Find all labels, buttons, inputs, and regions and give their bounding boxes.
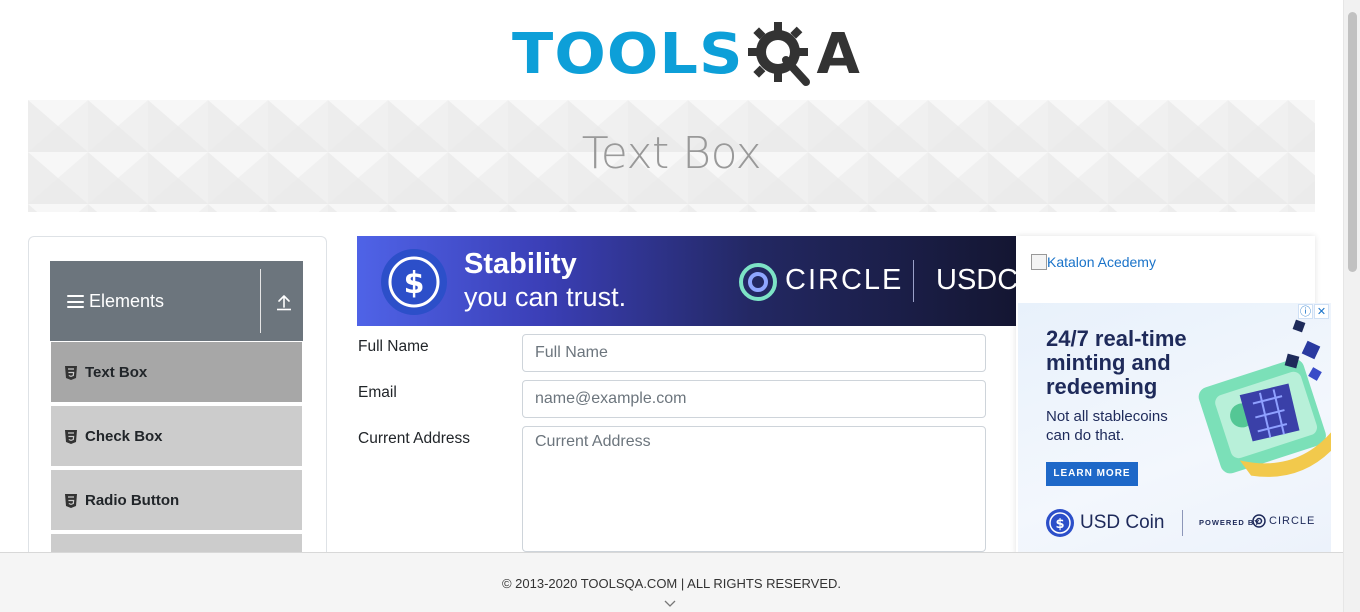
page: TOOLS A Text Box Elements Text Box Check…	[0, 0, 1360, 612]
html5-icon	[65, 366, 77, 380]
ad-choices-badge[interactable]: ⓘ ✕	[1297, 304, 1329, 319]
chevron-down-icon[interactable]	[664, 600, 676, 608]
logo-qa: A	[748, 18, 860, 90]
circle-logo-icon	[739, 263, 777, 301]
sidebar-item-radio-button[interactable]: Radio Button	[51, 470, 302, 532]
svg-text:$: $	[1055, 517, 1064, 532]
upload-arrow-icon[interactable]	[276, 293, 292, 311]
ad-side-brand-text: CIRCLE	[1269, 515, 1316, 527]
sidebar-item-label: Radio Button	[85, 492, 180, 509]
ad-coin-name: USD Coin	[1080, 512, 1165, 533]
html5-icon	[65, 430, 77, 444]
sidebar: Elements Text Box Check Box Radio Button	[28, 236, 327, 596]
email-input[interactable]	[522, 380, 986, 418]
usdc-coin-icon: $	[1046, 509, 1074, 537]
ad-banner-top[interactable]: $ Stability you can trust. CIRCLE USDC	[357, 236, 1016, 326]
current-address-textarea[interactable]	[522, 426, 986, 552]
katalon-academy-link[interactable]: Katalon Acedemy	[1031, 254, 1156, 270]
sidebar-group-title: Elements	[89, 291, 165, 311]
ad-info-icon[interactable]: ⓘ	[1298, 304, 1313, 319]
ad-subline: you can trust.	[464, 282, 627, 312]
full-name-input[interactable]	[522, 334, 986, 372]
sidebar-item-check-box[interactable]: Check Box	[51, 406, 302, 468]
gear-magnifier-icon	[748, 22, 811, 86]
email-label: Email	[358, 384, 397, 401]
vertical-scrollbar[interactable]	[1343, 0, 1360, 612]
ad-headline: Stability	[464, 248, 577, 280]
circle-logo-icon	[1252, 514, 1266, 528]
ad-side-brand: CIRCLE	[1252, 514, 1315, 528]
svg-text:$: $	[404, 266, 425, 301]
usdc-coin-icon: $	[381, 249, 447, 315]
learn-more-button[interactable]: LEARN MORE	[1046, 462, 1138, 486]
ad-close-icon[interactable]: ✕	[1314, 304, 1329, 319]
footer: © 2013-2020 TOOLSQA.COM | ALL RIGHTS RES…	[0, 552, 1343, 612]
logo-text-tools: TOOLS	[512, 21, 744, 87]
ad-brand: CIRCLE	[785, 264, 904, 296]
sidebar-item-text-box[interactable]: Text Box	[51, 342, 302, 404]
ad-side-usdc[interactable]: ⓘ ✕ 24/7 real-time minting and redeeming…	[1018, 303, 1331, 553]
logo-text-a: A	[816, 21, 860, 87]
katalon-alt-text: Katalon Acedemy	[1047, 254, 1156, 270]
full-name-label: Full Name	[358, 338, 429, 355]
sidebar-group-elements[interactable]: Elements	[50, 261, 303, 341]
html5-icon	[65, 494, 77, 508]
ad-side-headline: 24/7 real-time minting and redeeming	[1046, 326, 1187, 399]
toolsqa-logo[interactable]: TOOLS A	[512, 16, 860, 92]
sidebar-item-label: Text Box	[85, 364, 148, 381]
scrollbar-thumb[interactable]	[1348, 12, 1357, 272]
ad-product: USDC	[936, 264, 1016, 296]
footer-copyright: © 2013-2020 TOOLSQA.COM | ALL RIGHTS RES…	[501, 576, 842, 591]
hamburger-icon	[67, 295, 84, 308]
ad-separator	[913, 260, 914, 302]
broken-image-icon	[1031, 254, 1047, 270]
header-divider	[260, 269, 261, 333]
page-title: Text Box	[581, 128, 762, 179]
ad-side-sub: Not all stablecoins can do that.	[1046, 408, 1168, 444]
current-address-label: Current Address	[358, 430, 470, 447]
ad-side-separator	[1182, 510, 1183, 536]
sidebar-item-label: Check Box	[85, 428, 163, 445]
